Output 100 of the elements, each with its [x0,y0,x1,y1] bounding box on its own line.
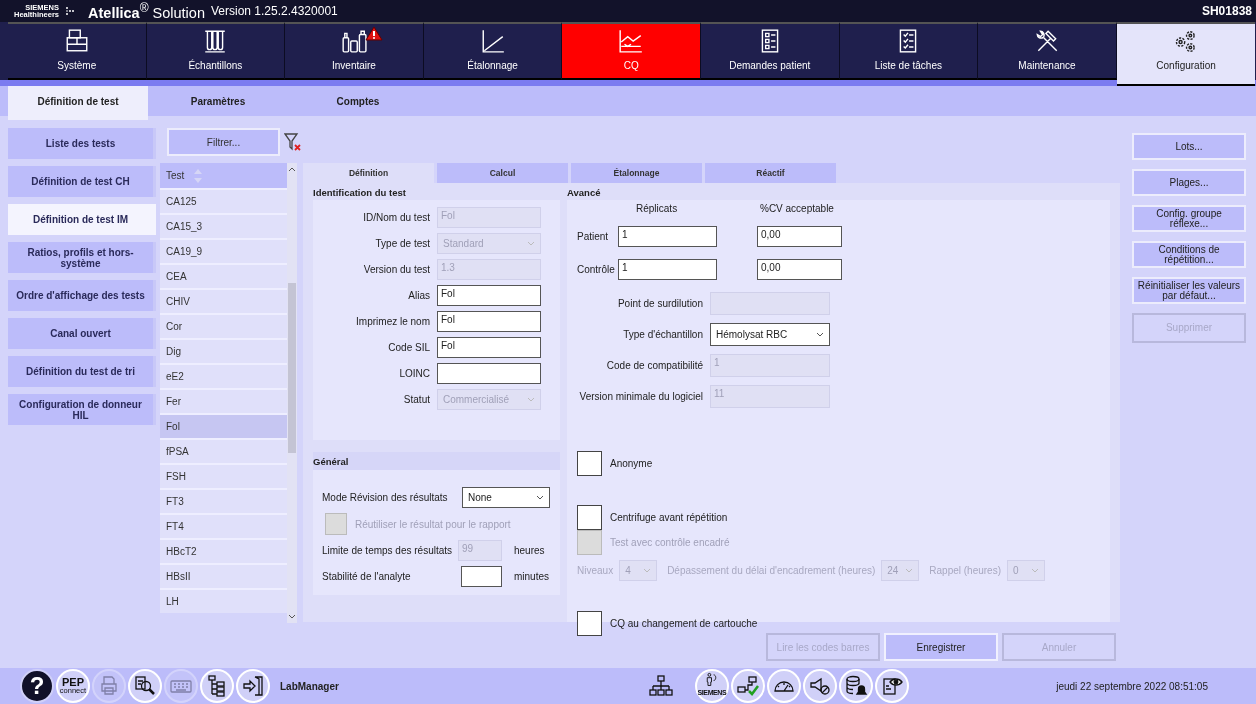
field-label: Type de test [374,237,430,251]
tab[interactable]: Définition [303,163,434,183]
chevron-down-icon [536,494,544,501]
input-field[interactable]: 1 [618,259,717,280]
filter-button[interactable]: Filtrer... [167,128,280,156]
toolbar-button[interactable] [128,669,162,703]
action-button[interactable]: Enregistrer [884,633,998,661]
nav-tab[interactable]: Demandes patient [700,22,840,80]
toolbar-button[interactable] [874,669,909,703]
warning-icon [365,26,384,41]
tab[interactable]: Étalonnage [571,163,702,183]
sidebar-item[interactable]: Définition de test IM [8,204,156,235]
field-label: Stabilité de l'analyte [322,571,412,582]
section-title: Identification du test [313,187,407,200]
clear-filter-icon[interactable] [284,132,302,152]
toolbar-button[interactable] [838,669,873,703]
dots-icon [65,6,75,16]
list-item[interactable]: HBcT2 [160,538,287,563]
list-item[interactable]: HBsII [160,563,287,588]
side-button[interactable]: Plages... [1132,169,1246,196]
input-field[interactable]: 1 [618,226,717,247]
sidebar-item[interactable]: Ratios, profils et hors-système [8,242,156,273]
field-label: Version du test [362,263,430,277]
list-item[interactable]: Cor [160,313,287,338]
toolbar-button[interactable] [802,669,837,703]
list-item[interactable]: Dig [160,338,287,363]
toolbar-button[interactable] [766,669,801,703]
section-title: Général [313,452,560,470]
sidebar-item[interactable]: Liste des tests [8,128,156,159]
chevron-up-icon [288,166,296,172]
checkbox[interactable] [577,451,602,476]
input-field[interactable] [461,566,502,587]
tools-icon [1033,28,1060,54]
nav-tab[interactable]: Système [8,22,147,80]
sidebar-item[interactable]: Définition de test CH [8,166,156,197]
help-button[interactable]: ? [20,669,54,703]
list-item[interactable]: FSH [160,463,287,488]
list-item[interactable]: fPSA [160,438,287,463]
chevron-down-icon [643,567,652,574]
product-name: Atellica$^{®}$ Solution [88,1,205,21]
list-item[interactable]: CA15_3 [160,213,287,238]
dropdown[interactable]: Hémolysat RBC [710,323,830,346]
input-field[interactable] [437,363,541,384]
list-item[interactable]: CEA [160,263,287,288]
toolbar-button[interactable] [236,669,270,703]
nav-tab[interactable]: Échantillons [146,22,286,80]
list-item[interactable]: CA125 [160,188,287,213]
row-label: Contrôle [577,264,616,275]
list-item[interactable]: FT3 [160,488,287,513]
sidebar-item[interactable]: Définition du test de tri [8,356,156,387]
field-label: Code de compatibilité [605,359,703,373]
sidebar-item[interactable]: Canal ouvert [8,318,156,349]
field-label: Limite de temps des résultats [322,545,452,556]
list-item[interactable]: FT4 [160,513,287,538]
nav-tab[interactable]: Maintenance [978,22,1117,80]
field-label: LOINC [398,367,430,381]
subtab[interactable]: Paramètres [148,86,288,120]
date-time: jeudi 22 septembre 2022 08:51:05 [1056,680,1208,692]
subtab[interactable]: Comptes [288,86,428,120]
field-label: Version minimale du logiciel [578,390,703,404]
network-icon[interactable] [648,675,673,697]
side-button[interactable]: Réinitialiser les valeurs par défaut... [1132,277,1246,304]
checkbox[interactable] [577,505,602,530]
list-item[interactable]: CHIV [160,288,287,313]
column-header[interactable]: Test [160,163,287,188]
list-item[interactable]: eE2 [160,363,287,388]
list-item[interactable]: Fer [160,388,287,413]
sidebar-item[interactable]: Configuration de donneur HIL [8,394,156,425]
input-field[interactable]: Fol [437,337,541,358]
side-button[interactable]: Lots... [1132,133,1246,160]
list-item[interactable]: CA19_9 [160,238,287,263]
field-label: Niveaux [577,565,614,576]
field-label: Code SIL [387,341,430,355]
side-button[interactable]: Config. groupe réflexe... [1132,205,1246,232]
tab[interactable]: Calcul [437,163,568,183]
list-item[interactable]: Fol [160,413,287,438]
network-check-icon [735,674,760,698]
side-button[interactable]: Conditions de répétition... [1132,241,1246,268]
input-field[interactable]: 0,00 [757,226,842,247]
sidebar-item[interactable]: Ordre d'affichage des tests [8,280,156,311]
input-field[interactable]: 0,00 [757,259,842,280]
nav-tab[interactable]: Configuration [1116,22,1256,86]
scrollbar[interactable] [287,163,297,623]
nav-tab[interactable]: Inventaire [285,22,424,80]
nav-tab[interactable]: Liste de tâches [839,22,979,80]
input-field[interactable]: Fol [437,311,541,332]
input-field[interactable]: Fol [437,285,541,306]
dropdown[interactable]: None [462,487,550,508]
tab[interactable]: Réactif [705,163,836,183]
toolbar-button[interactable] [200,669,234,703]
field-label: Alias [407,289,430,303]
nav-tab[interactable]: CQ [562,22,701,80]
chart-icon [618,28,645,54]
subtab[interactable]: Définition de test [8,86,148,120]
list-item[interactable]: LH [160,588,287,613]
lab-manager-label: LabManager [280,680,339,692]
checkbox[interactable] [577,611,602,636]
toolbar-button[interactable] [730,669,765,703]
checkbox-label: CQ au changement de cartouche [610,618,758,629]
chevron-down-icon [527,240,535,247]
